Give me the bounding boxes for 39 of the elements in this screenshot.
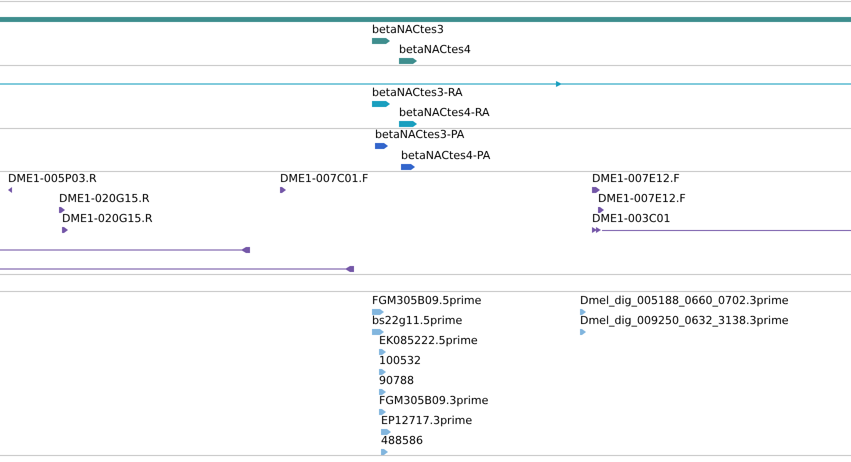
feature-line[interactable]: [0, 80, 851, 88]
feature-label: DME1-007C01.F: [280, 172, 368, 185]
right-arrow-icon[interactable]: [401, 164, 415, 170]
right-arrow-icon[interactable]: [598, 207, 604, 213]
feature-label: betaNACtes4-RA: [399, 106, 490, 119]
feature-label: betaNACtes4: [399, 43, 471, 56]
right-arrow-icon[interactable]: [280, 187, 286, 193]
feature-label: EP12717.3prime: [381, 414, 472, 427]
feature-label: DME1-020G15.R: [59, 192, 150, 205]
feature-label: betaNACtes3-PA: [375, 128, 464, 141]
left-arrow-icon[interactable]: [8, 187, 12, 193]
feature-label: 100532: [379, 354, 421, 367]
feature-line[interactable]: [0, 246, 250, 254]
feature-label: FGM305B09.3prime: [379, 394, 488, 407]
feature-label: DME1-007E12.F: [592, 172, 680, 185]
feature-label: Dmel_dig_005188_0660_0702.3prime: [580, 294, 789, 307]
feature-label: 90788: [379, 374, 414, 387]
feature-label: FGM305B09.5prime: [372, 294, 482, 307]
right-arrow-icon[interactable]: [399, 58, 417, 64]
feature-label: EK085222.5prime: [379, 334, 478, 347]
feature-label: Dmel_dig_009250_0632_3138.3prime: [580, 314, 789, 327]
right-arrow-icon[interactable]: [592, 227, 602, 233]
feature-label: DME1-005P03.R: [8, 172, 97, 185]
right-arrow-icon[interactable]: [372, 38, 390, 44]
right-arrow-icon[interactable]: [372, 101, 390, 107]
feature-label: DME1-007E12.F: [598, 192, 686, 205]
right-arrow-icon[interactable]: [59, 207, 65, 213]
right-arrow-icon[interactable]: [592, 187, 600, 193]
feature-label: betaNACtes3-RA: [372, 86, 463, 99]
feature-label: DME1-020G15.R: [62, 212, 153, 225]
right-arrow-icon[interactable]: [375, 143, 388, 149]
feature-label: DME1-003C01: [592, 212, 671, 225]
feature-label: 488586: [381, 434, 423, 447]
feature-line[interactable]: [0, 265, 354, 273]
right-arrow-icon[interactable]: [62, 227, 68, 233]
feature-label: bs22g11.5prime: [372, 314, 462, 327]
feature-label: betaNACtes3: [372, 23, 444, 36]
right-arrow-icon[interactable]: [399, 121, 417, 127]
feature-label: betaNACtes4-PA: [401, 149, 490, 162]
